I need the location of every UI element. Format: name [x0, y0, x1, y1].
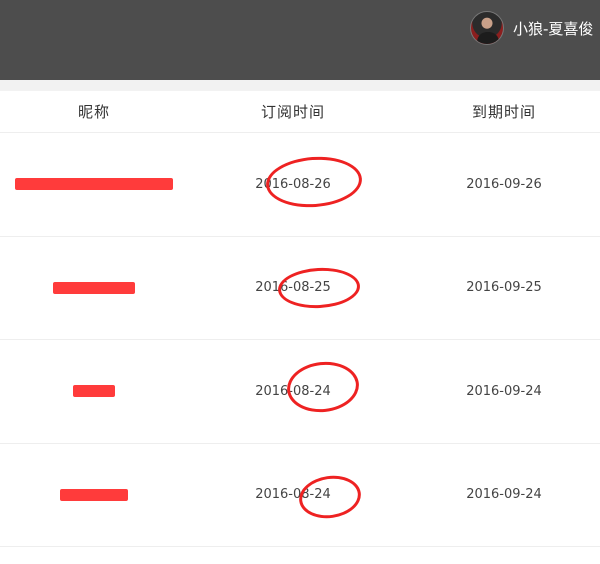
column-header-expire-time: 到期时间 [471, 103, 536, 121]
subscribed-date: 2016-08-25 [255, 280, 331, 296]
redacted-nickname [53, 281, 135, 294]
subscribed-date: 2016-08-24 [255, 383, 331, 399]
expire-date: 2016-09-25 [466, 280, 542, 296]
expire-date: 2016-09-24 [466, 383, 542, 399]
header-spacer [0, 80, 600, 91]
table-row: 2016-08-25 2016-09-25 [0, 237, 600, 340]
user-name[interactable]: 小狼-夏喜俊 [513, 18, 593, 39]
table-row: 2016-08-26 2016-09-26 [0, 133, 600, 237]
nickname-cell [0, 133, 188, 236]
table-row: 2016-08-24 2016-09-24 [0, 444, 600, 547]
column-header-nickname: 昵称 [77, 103, 110, 121]
redacted-nickname [15, 178, 173, 191]
subscribed-date: 2016-08-26 [255, 176, 331, 192]
redacted-nickname [60, 488, 128, 501]
nickname-cell [0, 340, 188, 443]
top-header-bar: 小狼-夏喜俊 [0, 0, 600, 80]
user-profile[interactable]: 小狼-夏喜俊 [470, 10, 593, 46]
expire-date: 2016-09-26 [466, 176, 542, 192]
nickname-cell [0, 237, 188, 340]
column-header-subscribed-time: 订阅时间 [260, 103, 325, 121]
subscribed-date: 2016-08-24 [255, 487, 331, 503]
nickname-cell [0, 444, 188, 547]
redacted-nickname [73, 385, 115, 398]
expire-date: 2016-09-24 [466, 487, 542, 503]
table-header: 昵称 订阅时间 到期时间 [0, 91, 600, 133]
table-row: 2016-08-24 2016-09-24 [0, 340, 600, 444]
subscriber-table: 昵称 订阅时间 到期时间 2016-08-26 2016-09-26 2016-… [0, 91, 600, 547]
avatar[interactable] [470, 11, 504, 45]
